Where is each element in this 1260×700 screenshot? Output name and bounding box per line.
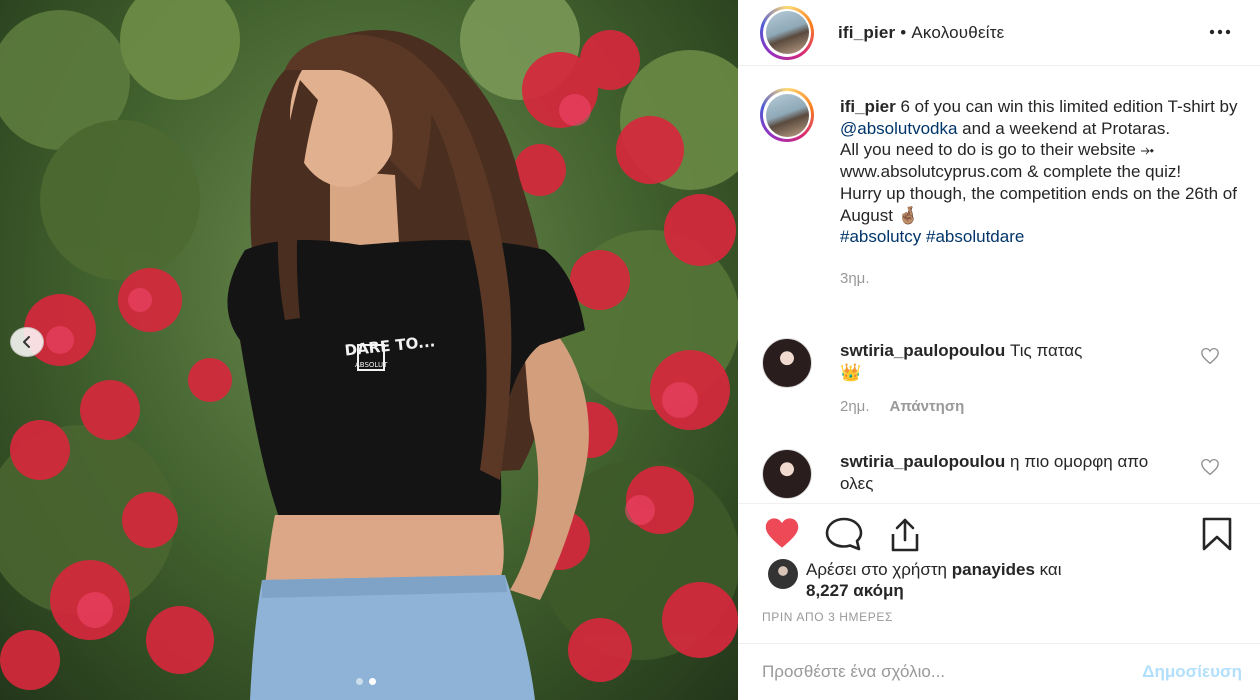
comment-text: swtiria_paulopoulou Τις πατας 👑 <box>840 340 1185 384</box>
photo-illustration: DARE TO... ABSOLUT <box>0 0 738 700</box>
shirt-brand: ABSOLUT <box>355 361 388 369</box>
likes-suffix: και <box>1034 560 1062 579</box>
carousel-dot-active <box>369 678 376 685</box>
carousel-dot <box>356 678 363 685</box>
comment-input[interactable] <box>762 660 1092 684</box>
header-separator: • <box>895 22 912 42</box>
caption-part2: and a weekend at Protaras. <box>957 118 1171 138</box>
commenter-username[interactable]: swtiria_paulopoulou <box>840 341 1005 360</box>
share-button[interactable] <box>886 516 924 559</box>
commenter-username[interactable]: swtiria_paulopoulou <box>840 452 1005 471</box>
chevron-left-icon <box>23 336 30 348</box>
commenter-avatar[interactable] <box>762 449 812 499</box>
liker-avatar[interactable] <box>768 559 798 589</box>
reply-button[interactable]: Απάντηση <box>890 398 965 415</box>
caption-line2: All you need to do is go to their websit… <box>840 140 1182 182</box>
caption-avatar[interactable] <box>760 88 814 142</box>
caption-part1: 6 of you can win this limited edition T-… <box>895 97 1238 116</box>
caption-text: ifi_pier 6 of you can win this limited e… <box>840 96 1240 290</box>
save-button[interactable] <box>1200 516 1234 557</box>
caption-time[interactable]: 3ημ. <box>840 268 1240 290</box>
header-avatar[interactable] <box>760 5 814 60</box>
hashtag-link[interactable]: #absolutcy <box>840 227 921 246</box>
caption-line3: Hurry up though, the competition ends on… <box>840 183 1237 225</box>
like-comment-button[interactable] <box>1200 458 1220 481</box>
liker-username[interactable]: panayides <box>952 560 1035 579</box>
comment-emoji: 👑 <box>840 363 862 382</box>
like-comment-button[interactable] <box>1200 347 1220 370</box>
heart-filled-icon <box>765 518 799 548</box>
header-username[interactable]: ifi_pier <box>838 23 895 42</box>
header-user-info: ifi_pier • Ακολουθείτε <box>838 23 1004 43</box>
bookmark-icon <box>1202 517 1232 551</box>
hashtag-link[interactable]: #absolutdare <box>926 227 1024 246</box>
more-icon <box>1209 29 1231 35</box>
comment-time[interactable]: 2ημ. <box>840 398 870 415</box>
carousel-dots <box>356 678 376 685</box>
comment-body: Τις πατας <box>1005 341 1083 360</box>
post-header: ifi_pier • Ακολουθείτε <box>738 0 1260 66</box>
more-options-button[interactable] <box>1208 20 1232 49</box>
carousel-prev-button[interactable] <box>10 327 44 357</box>
caption-username[interactable]: ifi_pier <box>840 97 896 116</box>
likes-prefix: Αρέσει στο χρήστη <box>806 560 952 579</box>
post-sidebar: ifi_pier • Ακολουθείτε ifi_pier 6 of you… <box>738 0 1260 700</box>
comment-button[interactable] <box>824 516 864 557</box>
share-icon <box>891 518 919 552</box>
post-comment-button[interactable]: Δημοσίευση <box>1142 662 1242 682</box>
follow-status[interactable]: Ακολουθείτε <box>911 23 1004 42</box>
add-comment-bar: Δημοσίευση <box>738 643 1260 700</box>
like-button[interactable] <box>762 516 802 555</box>
comment-text: swtiria_paulopoulou η πιο ομορφη απο ολε… <box>840 451 1185 495</box>
comments-section[interactable]: ifi_pier 6 of you can win this limited e… <box>738 66 1260 503</box>
commenter-avatar[interactable] <box>762 338 812 388</box>
post-actions: Αρέσει στο χρήστη panayides και 8,227 ακ… <box>738 503 1260 653</box>
comment-meta: 2ημ. Απάντηση <box>840 398 964 415</box>
post-timestamp[interactable]: ΠΡΙΝ ΑΠΟ 3 ΗΜΕΡΕΣ <box>762 610 893 624</box>
mention-link[interactable]: @absolutvodka <box>840 119 957 138</box>
heart-outline-icon <box>1201 347 1219 365</box>
heart-outline-icon <box>1201 458 1219 476</box>
likes-count[interactable]: 8,227 ακόμη <box>806 581 904 600</box>
avatar <box>765 11 809 54</box>
likes-text: Αρέσει στο χρήστη panayides και 8,227 ακ… <box>806 559 1236 601</box>
avatar <box>765 93 809 137</box>
comment-icon <box>825 517 863 551</box>
post-photo[interactable]: DARE TO... ABSOLUT <box>0 0 738 700</box>
